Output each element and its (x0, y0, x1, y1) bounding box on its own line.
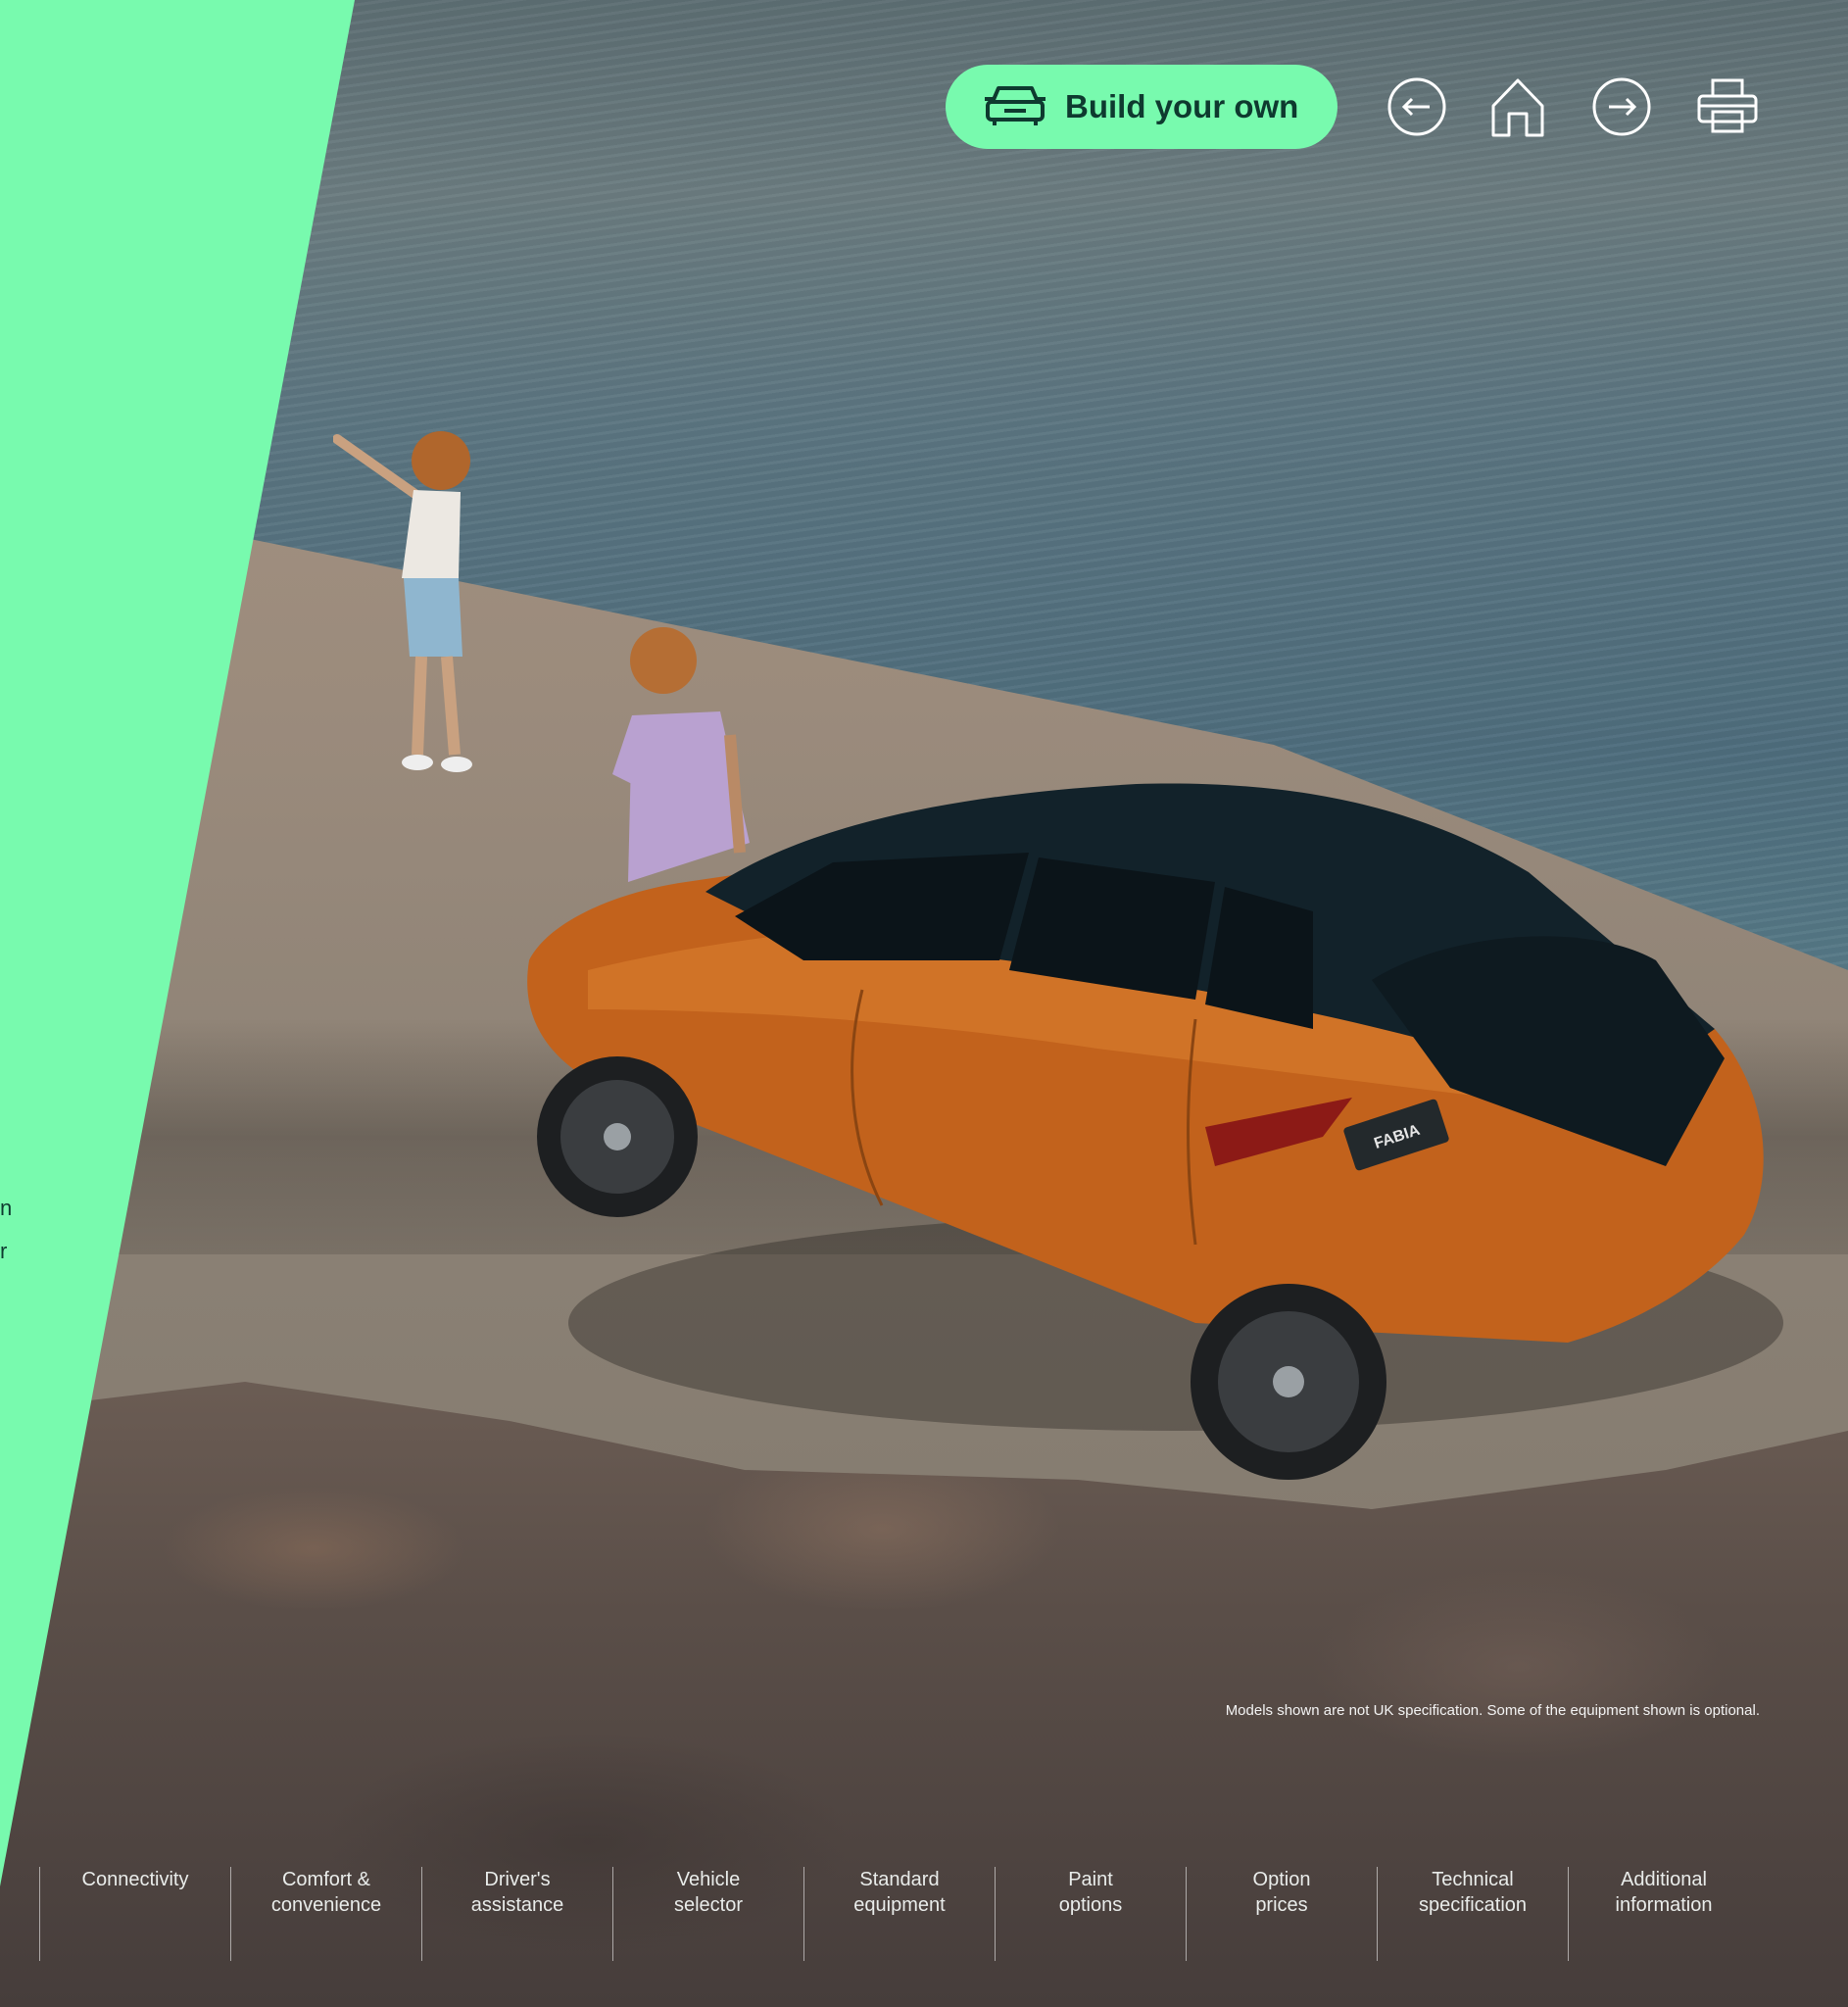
nav-item-label: Standard equipment (853, 1869, 946, 1916)
nav-item-label: Driver's assistance (470, 1869, 564, 1916)
print-icon[interactable] (1695, 74, 1760, 139)
nav-item-label: Option prices (1252, 1869, 1311, 1916)
nav-item-comfort-convenience[interactable]: Comfort & convenience (230, 1867, 421, 1961)
person-pointing (332, 421, 490, 784)
nav-item-technical-specification[interactable]: Technical specification (1377, 1867, 1568, 1961)
nav-item-label: Paint options (1058, 1869, 1123, 1916)
back-arrow-icon[interactable] (1385, 74, 1449, 139)
skoda-fabia-car: FABIA (510, 774, 1783, 1499)
nav-item-option-prices[interactable]: Option prices (1186, 1867, 1377, 1961)
side-panel-text-fragment: n (0, 1196, 13, 1220)
nav-item-paint-options[interactable]: Paint options (995, 1867, 1186, 1961)
nav-item-label: Comfort & convenience (270, 1869, 382, 1916)
nav-item-label: Vehicle selector (673, 1869, 744, 1916)
nav-item-standard-equipment[interactable]: Standard equipment (803, 1867, 995, 1961)
brochure-page: FABIA n r Build your own Models shown ar… (0, 0, 1848, 2007)
home-icon[interactable] (1485, 74, 1550, 139)
nav-item-connectivity[interactable]: Connectivity (39, 1867, 230, 1961)
side-panel-text-fragment: r (0, 1239, 8, 1263)
bottom-navigation: Connectivity Comfort & convenience Drive… (39, 1867, 1759, 1961)
nav-item-label: Technical specification (1418, 1869, 1528, 1916)
forward-arrow-icon[interactable] (1589, 74, 1654, 139)
nav-item-additional-information[interactable]: Additional information (1568, 1867, 1759, 1961)
nav-item-label: Connectivity (81, 1869, 189, 1890)
build-your-own-label: Build your own (1065, 88, 1299, 124)
nav-item-vehicle-selector[interactable]: Vehicle selector (612, 1867, 803, 1961)
build-your-own-button[interactable]: Build your own (946, 65, 1337, 149)
nav-item-label: Additional information (1615, 1869, 1713, 1916)
car-icon (985, 82, 1046, 131)
nav-item-drivers-assistance[interactable]: Driver's assistance (421, 1867, 612, 1961)
disclaimer-text: Models shown are not UK specification. S… (1225, 1702, 1760, 1719)
